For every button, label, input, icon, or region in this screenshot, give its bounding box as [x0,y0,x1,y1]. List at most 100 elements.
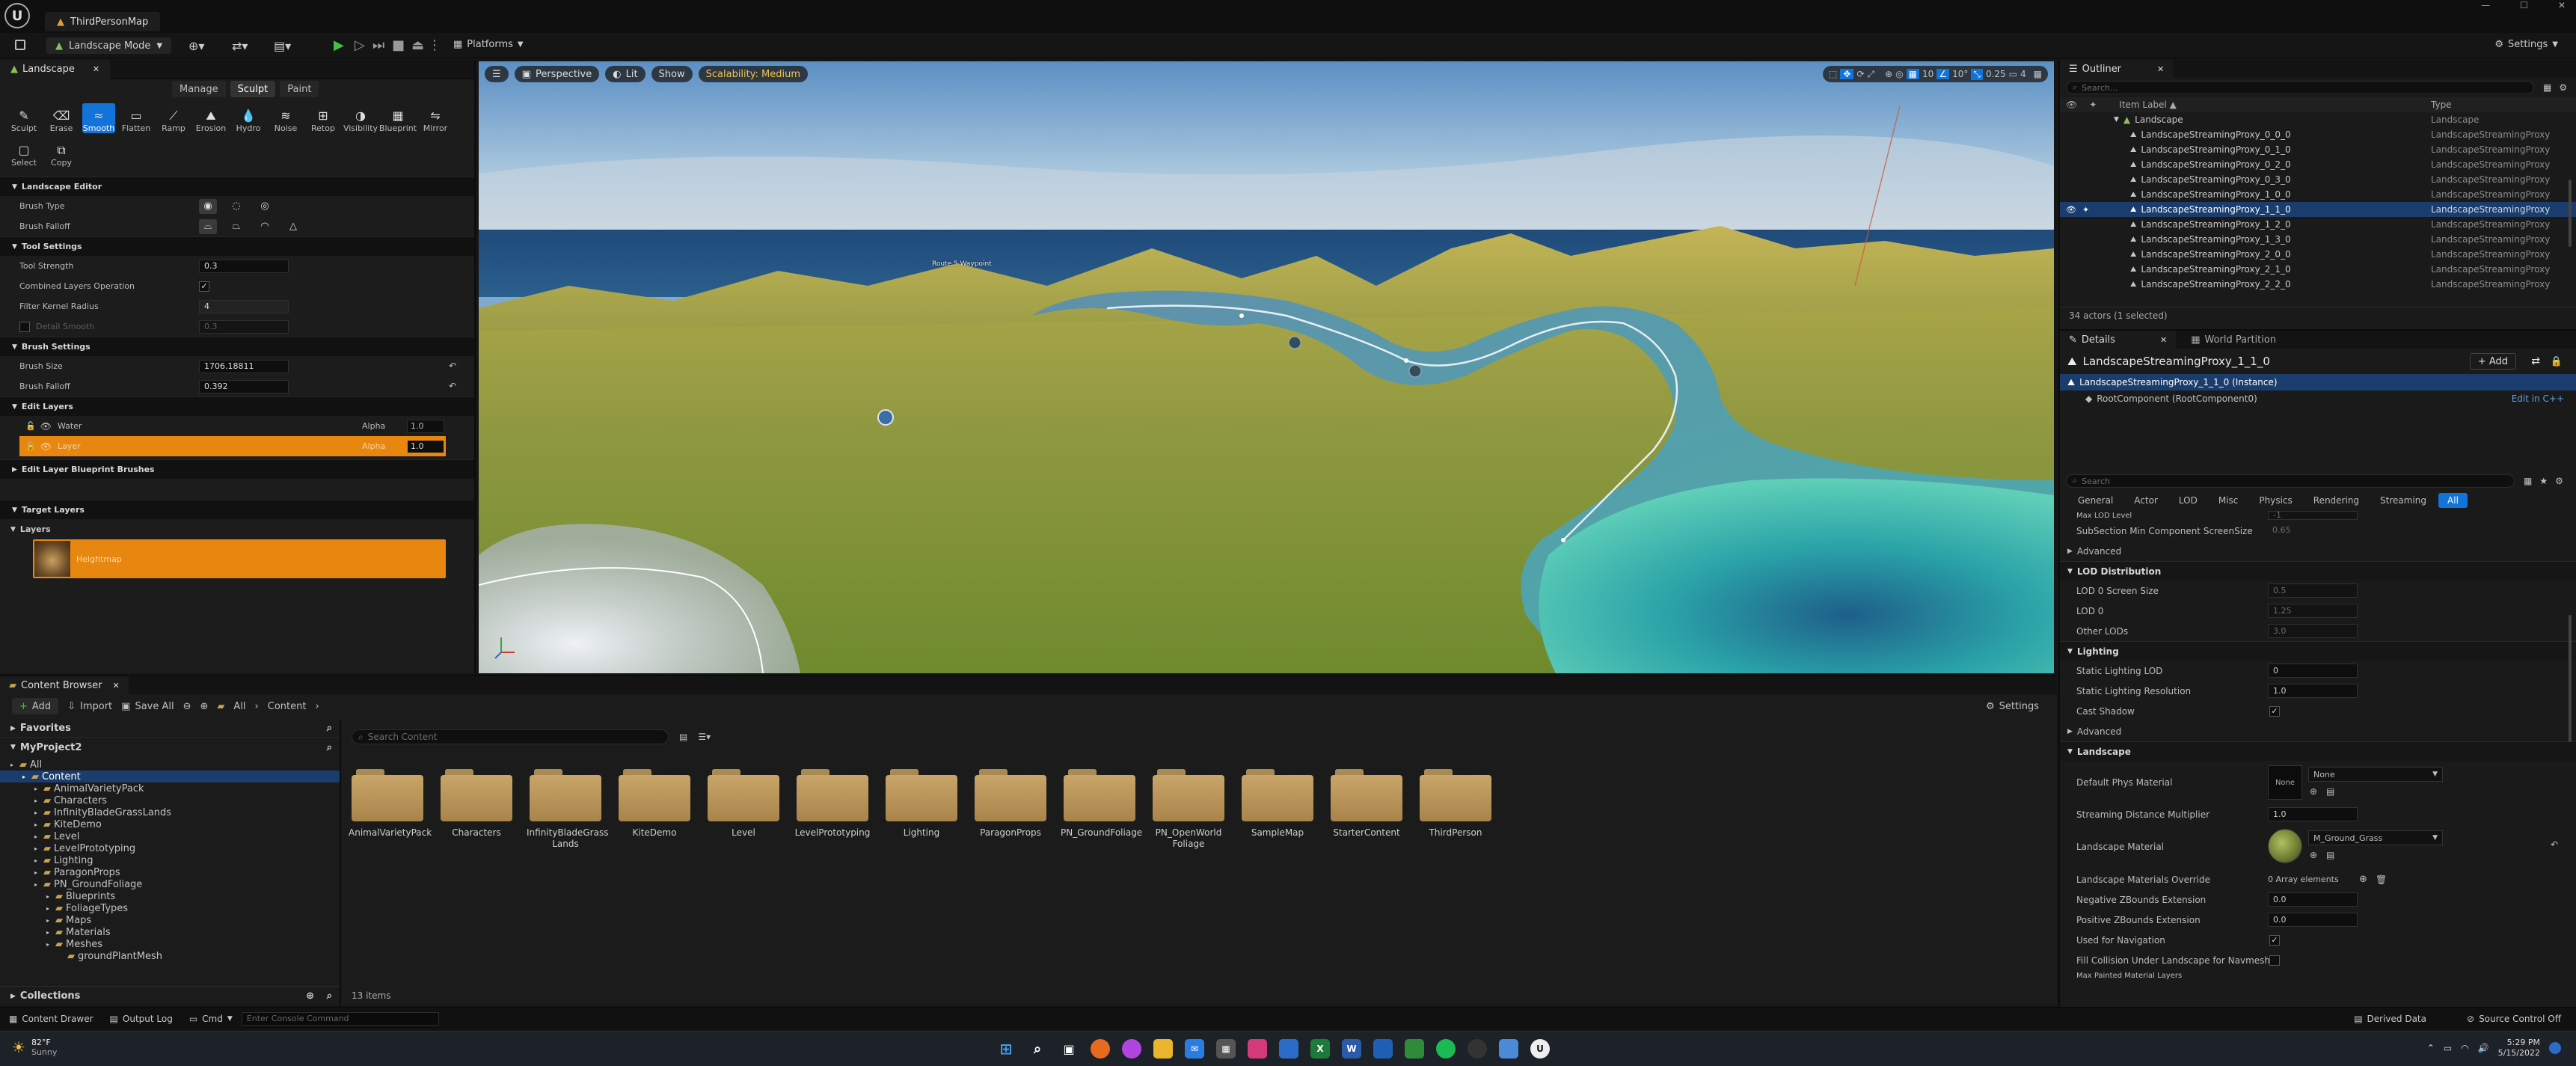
word-icon[interactable]: W [1342,1039,1361,1059]
favorites-header[interactable]: ▶ Favorites ⌕ [0,720,340,738]
weather-widget[interactable]: ☀ 82°F Sunny [12,1038,57,1057]
item-label-header[interactable]: Item Label ▲ [2119,99,2177,110]
camera-speed-value[interactable]: 4 [2020,69,2026,79]
spotify-icon[interactable] [1436,1039,1456,1059]
section-edit-layers[interactable]: ▼ Edit Layers [0,396,474,416]
phys-mat-dropdown[interactable]: None ▼ [2308,767,2443,782]
content-drawer-button[interactable]: ▦ Content Drawer [9,1014,93,1024]
tool-mirror[interactable]: ⇋ Mirror [419,103,452,133]
outliner-scrollbar[interactable] [2569,180,2572,247]
outliner-row[interactable]: ⛰ LandscapeStreamingProxy_1_3_0 LandscapeS… [2060,232,2576,247]
play-frame-icon[interactable]: ▷ [355,37,365,53]
tip-falloff-icon[interactable]: △ [284,219,302,234]
streaming-dist-field[interactable]: 1.0 [2268,807,2358,821]
cb-settings-button[interactable]: ⚙ Settings [1986,701,2039,712]
project-icon[interactable] [1405,1039,1424,1059]
mail-icon[interactable]: ✉ [1185,1039,1204,1059]
play-icon[interactable]: ▶ [334,37,344,53]
close-tab-icon[interactable]: ✕ [113,681,120,690]
folder-tree-item[interactable]: ▸ ▰ All [0,759,340,771]
start-icon[interactable]: ⊞ [996,1039,1016,1059]
lod0-field[interactable]: 1.25 [2268,604,2358,618]
derived-data-button[interactable]: ▤ Derived Data [2354,1014,2426,1024]
detail-smooth-field[interactable]: 0.3 [199,319,289,334]
settings-icon[interactable]: ⚙ [2559,82,2567,93]
import-button[interactable]: ⇩ Import [67,701,112,712]
browse-icon[interactable]: ▤ [2326,786,2334,797]
output-log-button[interactable]: ▤ Output Log [110,1014,173,1024]
source-control-button[interactable]: ⊘ Source Control Off [2467,1014,2561,1024]
settings-button[interactable]: ⚙ Settings ▼ [2494,39,2558,50]
asset-search-input[interactable]: ⌕ Search Content [352,729,669,744]
add-component-button[interactable]: + Add [2469,353,2516,370]
scale-icon[interactable]: ⤢ [1868,69,1875,80]
add-actor-icon[interactable]: ⊕▾ [188,39,204,53]
outliner-row[interactable]: ⛰ LandscapeStreamingProxy_2_0_0 LandscapeS… [2060,247,2576,262]
folder-tree-item[interactable]: ▸ ▰ ParagonProps [0,866,340,878]
firefox-icon[interactable] [1091,1039,1110,1059]
skip-icon[interactable]: ⏭ [372,37,384,53]
folder-tree-item[interactable]: ▸ ▰ LevelPrototyping [0,842,340,854]
pos-z-field[interactable]: 0.0 [2268,913,2358,927]
subsection-field[interactable]: 0.65 [2268,524,2343,538]
select-mode-icon[interactable]: ⬚ [1829,69,1837,79]
section-lod-distribution[interactable]: ▼ LOD Distribution [2060,561,2576,581]
content-folder[interactable]: InfinityBladeGrass Lands [527,769,608,850]
chevron-right-icon[interactable]: ▸ [46,905,55,912]
other-lods-field[interactable]: 3.0 [2268,624,2358,638]
section-brush-settings[interactable]: ▼ Brush Settings [0,337,474,356]
cast-shadow-checkbox[interactable]: ✓ [2269,705,2280,717]
content-folder[interactable]: SampleMap [1239,769,1316,839]
lock-icon[interactable]: 🔓 [25,441,36,451]
settings-icon[interactable]: ⚙ [2555,476,2563,486]
eject-icon[interactable]: ⏏ [411,37,424,53]
grid-value[interactable]: 10 [1922,69,1933,79]
grid-snap-icon[interactable]: ▦ [1906,69,1920,79]
reset-icon[interactable]: ↶ [449,381,456,391]
lod0-screen-field[interactable]: 0.5 [2268,583,2358,598]
calculator-icon[interactable]: ▦ [1216,1039,1236,1059]
tool-sculpt[interactable]: ✎ Sculpt [7,103,40,133]
combined-layers-checkbox[interactable]: ✓ [199,281,209,292]
search-icon[interactable]: ⌕ [327,742,332,753]
alpha-field[interactable]: 1.0 [407,439,444,453]
folder-tree-item[interactable]: ▸ ▰ Meshes [0,938,340,950]
fill-collision-checkbox[interactable] [2269,955,2280,966]
viewport-menu-icon[interactable]: ☰ [485,66,509,82]
maximize-icon[interactable]: ☐ [2520,0,2528,10]
browse-icon[interactable]: ▤ [2326,850,2334,860]
filter-icon[interactable]: ☰▾ [698,732,711,742]
filter-tab-all[interactable]: All [2438,493,2468,508]
clock[interactable]: 5:29 PM 5/15/2022 [2498,1038,2540,1059]
world-partition-tab[interactable]: ▦ World Partition [2182,331,2285,349]
pattern-brush-icon[interactable]: ◎ [256,199,274,214]
cinematics-icon[interactable]: ▤▾ [274,39,291,53]
filter-tab-streaming[interactable]: Streaming [2371,493,2435,508]
network-icon[interactable]: ▭ [2444,1043,2452,1053]
content-folder[interactable]: ThirdPerson [1417,769,1494,839]
outliner-row[interactable]: ⛰ LandscapeStreamingProxy_2_1_0 LandscapeS… [2060,262,2576,277]
paint-icon[interactable] [1248,1039,1267,1059]
close-tab-icon[interactable]: ✕ [93,64,99,74]
landscape-tab[interactable]: ▲ Landscape ✕ [0,59,111,79]
console-input[interactable]: Enter Console Command [241,1011,439,1026]
folder-tree-item[interactable]: ▸ ▰ Lighting [0,854,340,866]
filter-tab-physics[interactable]: Physics [2250,493,2301,508]
edit-layer-water[interactable]: 🔓 👁 Water Alpha 1.0 [0,416,474,436]
chevron-right-icon[interactable]: ▸ [34,833,43,840]
advanced-row[interactable]: ▶ Advanced [2060,541,2576,561]
static-res-field[interactable]: 1.0 [2268,684,2358,698]
heightmap-target-layer[interactable]: Heightmap [33,539,446,578]
chevron-right-icon[interactable]: ▸ [46,893,55,900]
tool-ramp[interactable]: ⟋ Ramp [157,103,190,133]
content-folder[interactable]: PN_GroundFoliage [1061,769,1142,839]
chevron-right-icon[interactable]: ▸ [34,881,43,888]
content-browser-tab[interactable]: ▰ Content Browser ✕ [0,676,129,694]
blueprints-icon[interactable]: ⇄▾ [232,39,248,53]
mode-manage[interactable]: Manage [172,81,226,97]
filter-tab-rendering[interactable]: Rendering [2304,493,2368,508]
trash-icon[interactable]: 🗑 [2376,874,2387,885]
content-folder[interactable]: AnimalVarietyPack [349,769,432,839]
breadcrumb-all[interactable]: All [233,701,245,712]
landscape-mode-dropdown[interactable]: ▲ Landscape Mode ▼ [46,37,172,54]
